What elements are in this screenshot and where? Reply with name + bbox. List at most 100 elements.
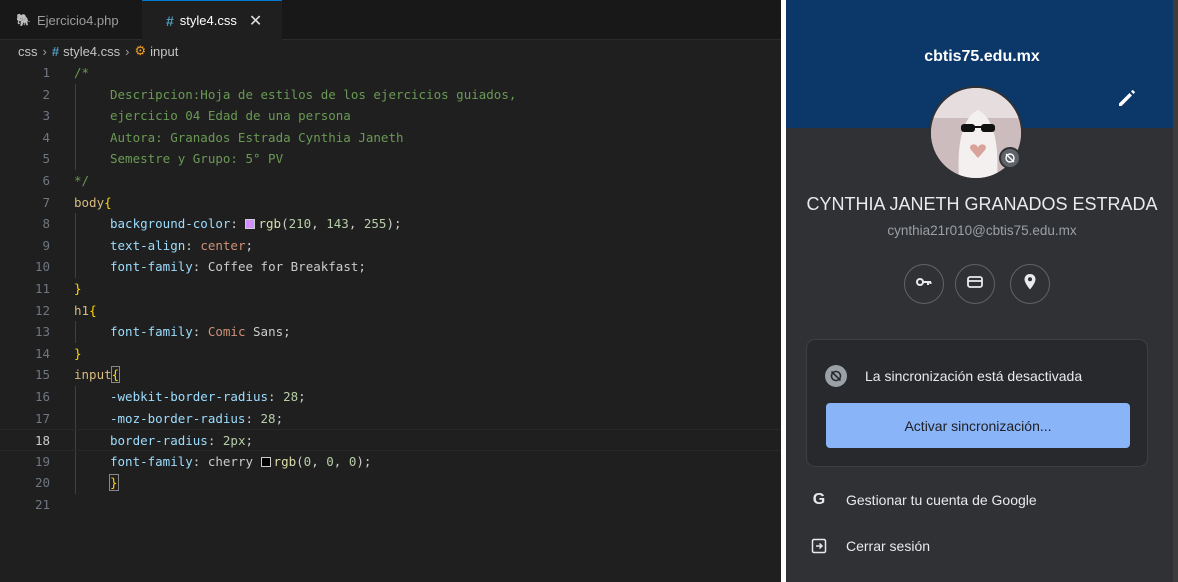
comment-text: Descripcion:Hoja de estilos de los ejerc… [110,86,517,102]
css-value: Sans; [245,324,291,340]
manage-google-account-item[interactable]: G Gestionar tu cuenta de Google [786,480,1178,520]
tab-ejercicio4-php[interactable]: 🐘 Ejercicio4.php [0,0,142,40]
code-line: 6 */ [0,170,781,192]
indent-guide [75,407,76,430]
code-line: 21 [0,494,781,516]
breadcrumb-folder[interactable]: css [18,44,38,59]
code-text: } [109,472,119,494]
line-number: 7 [42,194,50,210]
code-text: Semestre y Grupo: 5° PV [110,148,283,170]
profile-email: cynthia21r010@cbtis75.edu.mx [887,223,1077,238]
addresses-button[interactable] [1010,264,1050,304]
css-value: Coffee for Breakfast [207,259,359,275]
line-number: 8 [42,216,50,232]
code-text: ejercicio 04 Edad de una persona [110,105,351,127]
code-line: 2 Descripcion:Hoja de estilos de los ejer… [0,83,781,106]
color-swatch-icon[interactable] [245,219,256,230]
passwords-button[interactable] [904,264,944,304]
line-number: 11 [34,280,50,296]
code-line: 10 font-family: Coffee for Breakfast; [0,256,781,278]
punct: : [192,259,208,275]
css-value: Comic [207,324,246,340]
code-line: 12 h1{ [0,300,781,322]
key-icon [915,273,933,296]
punct: ; [275,410,284,426]
sync-off-icon [825,365,847,387]
code-line: 19 font-family: cherry rgb(0, 0, 0); [0,450,781,473]
breadcrumb-symbol[interactable]: input [150,44,178,59]
css-property: background-color [110,216,231,232]
line-number: 5 [42,151,50,167]
code-text: background-color: rgb(210, 143, 255); [110,213,402,235]
css-property: font-family [110,453,193,469]
css-property: -webkit-border-radius [110,388,269,404]
line-number: 9 [42,237,50,253]
css-selector: body [74,194,105,210]
php-elephant-icon: 🐘 [16,13,31,27]
punct: , [311,453,327,469]
sync-status-row: La sincronización está desactivada [825,365,1082,387]
breadcrumb-file[interactable]: style4.css [63,44,120,59]
punct: ; [298,388,306,404]
payment-methods-button[interactable] [955,264,995,304]
code-line: 1 /* [0,62,781,84]
sign-out-item[interactable]: Cerrar sesión [786,526,1178,566]
chevron-right-icon: › [42,43,47,59]
css-property: border-radius [110,433,208,449]
code-line: 16 -webkit-border-radius: 28; [0,385,781,408]
code-line: 14} [0,343,781,365]
punct: : [245,410,261,426]
line-number: 21 [34,496,50,512]
line-number: 17 [34,410,50,426]
code-editor: 🐘 Ejercicio4.php # style4.css ✕ css › # … [0,0,781,582]
comment-text: ejercicio 04 Edad de una persona [110,108,351,124]
punct: ( [281,216,289,232]
account-domain: cbtis75.edu.mx [924,48,1040,65]
punct: , [311,216,327,232]
code-text: text-align: center; [110,235,253,257]
indent-guide [75,472,76,494]
line-number: 19 [34,453,50,469]
line-number: 14 [34,345,50,361]
css-value: cherry [207,453,261,469]
color-swatch-icon[interactable] [260,456,271,467]
close-icon[interactable]: ✕ [249,11,262,31]
tab-label: style4.css [179,13,237,28]
indent-guide [75,385,76,408]
css-selector: input [74,367,112,383]
profile-menu: cbtis75.edu.mx CYNTHIA JANETH GRANADOS E… [786,0,1178,582]
code-line: 3 ejercicio 04 Edad de una persona [0,105,781,127]
pencil-icon[interactable] [1115,86,1139,110]
scrollbar[interactable] [1173,0,1178,582]
code-line: 17 -moz-border-radius: 28; [0,407,781,430]
number: 28 [260,410,276,426]
indent-guide [75,148,76,170]
indent-guide [75,256,76,278]
brace: { [110,366,121,384]
number: 0 [326,453,334,469]
line-number: 13 [34,324,50,340]
code-text: body{ [74,192,112,214]
css-hash-icon: # [166,12,174,29]
enable-sync-button[interactable]: Activar sincronización... [826,403,1130,448]
code-line: 9 text-align: center; [0,234,781,257]
code-text: h1{ [74,300,97,322]
sign-out-icon [808,538,830,554]
sync-off-icon [999,147,1021,169]
punct: ); [356,453,372,469]
code-line: 15 input{ [0,364,781,386]
code-text: */ [74,172,90,188]
line-number: 16 [34,388,50,404]
menu-item-label: Gestionar tu cuenta de Google [846,492,1037,508]
number: 255 [363,216,387,232]
css-function: rgb [273,453,297,469]
code-line: 5 Semestre y Grupo: 5° PV [0,148,781,170]
code-line: 4 Autora: Granados Estrada Cynthia Janeth [0,126,781,149]
punct: : [185,237,201,253]
profile-name: CYNTHIA JANETH GRANADOS ESTRADA [806,194,1158,214]
punct: ); [386,216,402,232]
tab-style4-css[interactable]: # style4.css ✕ [142,0,282,40]
punct: , [348,216,364,232]
code-area[interactable]: 1 /* 2 Descripcion:Hoja de estilos de los … [0,62,781,582]
punct: : [207,433,223,449]
